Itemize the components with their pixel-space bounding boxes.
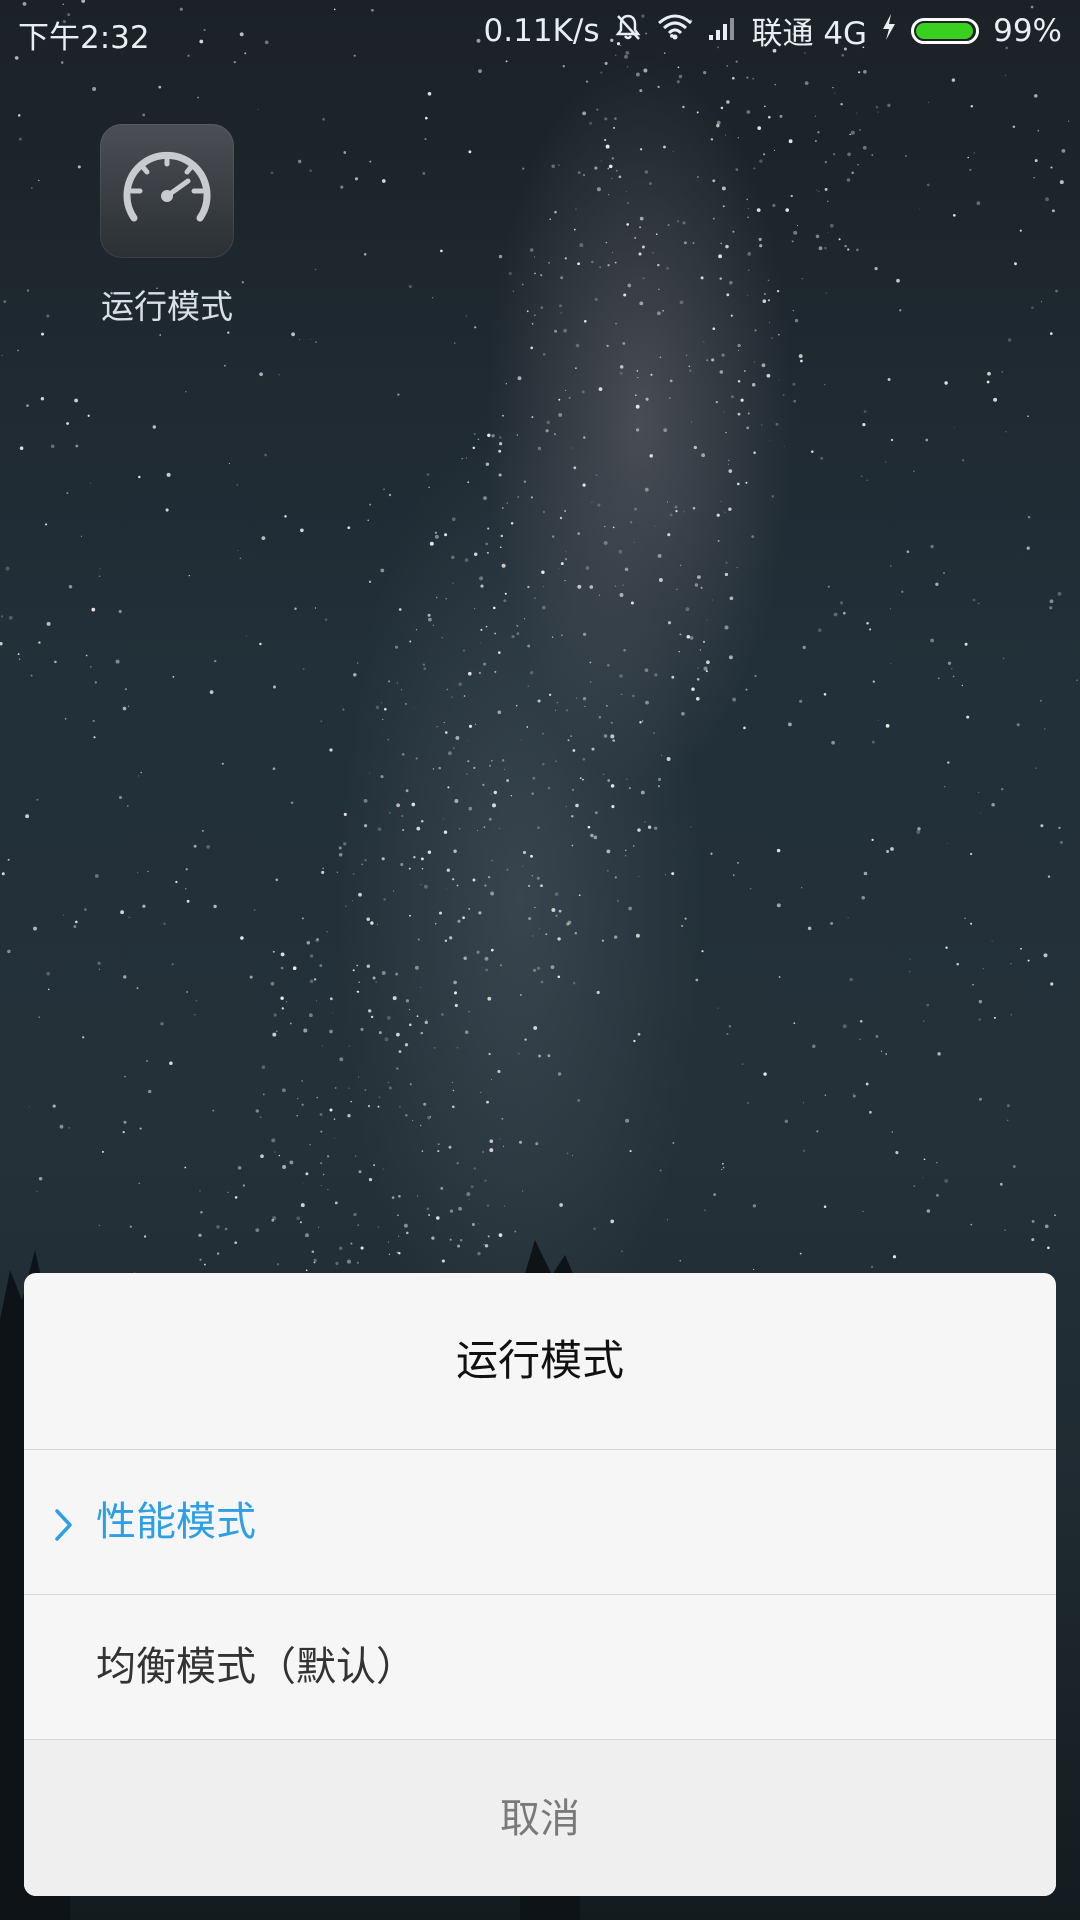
run-mode-dialog: 运行模式 性能模式 均衡模式（默认） 取消 <box>24 1273 1056 1896</box>
option-label: 均衡模式（默认） <box>96 1644 416 1690</box>
speedometer-icon[interactable] <box>100 124 234 258</box>
battery-level-fill <box>916 22 974 39</box>
home-screen: 下午2:32 0.11K/s 联通 4G 99% 运行模式 运行模式 性能模式 … <box>0 0 1080 1920</box>
battery-icon <box>911 17 980 44</box>
status-bar: 下午2:32 0.11K/s 联通 4G 99% <box>0 0 1080 62</box>
option-performance-mode[interactable]: 性能模式 <box>24 1450 1056 1595</box>
option-label: 性能模式 <box>96 1499 256 1545</box>
charging-icon <box>881 13 897 49</box>
app-shortcut-run-mode[interactable]: 运行模式 <box>78 124 256 328</box>
status-indicators: 0.11K/s 联通 4G 99% <box>484 8 1062 53</box>
dialog-title: 运行模式 <box>24 1273 1056 1450</box>
signal-icon <box>707 13 737 49</box>
carrier-label: 联通 4G <box>751 16 868 52</box>
status-time: 下午2:32 <box>18 20 150 56</box>
battery-percent: 99% <box>993 12 1062 49</box>
app-label[interactable]: 运行模式 <box>78 280 256 328</box>
network-speed: 0.11K/s <box>483 12 600 49</box>
cancel-button[interactable]: 取消 <box>24 1740 1056 1896</box>
option-balanced-mode[interactable]: 均衡模式（默认） <box>24 1595 1056 1740</box>
chevron-right-icon <box>54 1450 74 1594</box>
wifi-icon <box>657 13 693 49</box>
mute-bell-icon <box>613 12 643 50</box>
